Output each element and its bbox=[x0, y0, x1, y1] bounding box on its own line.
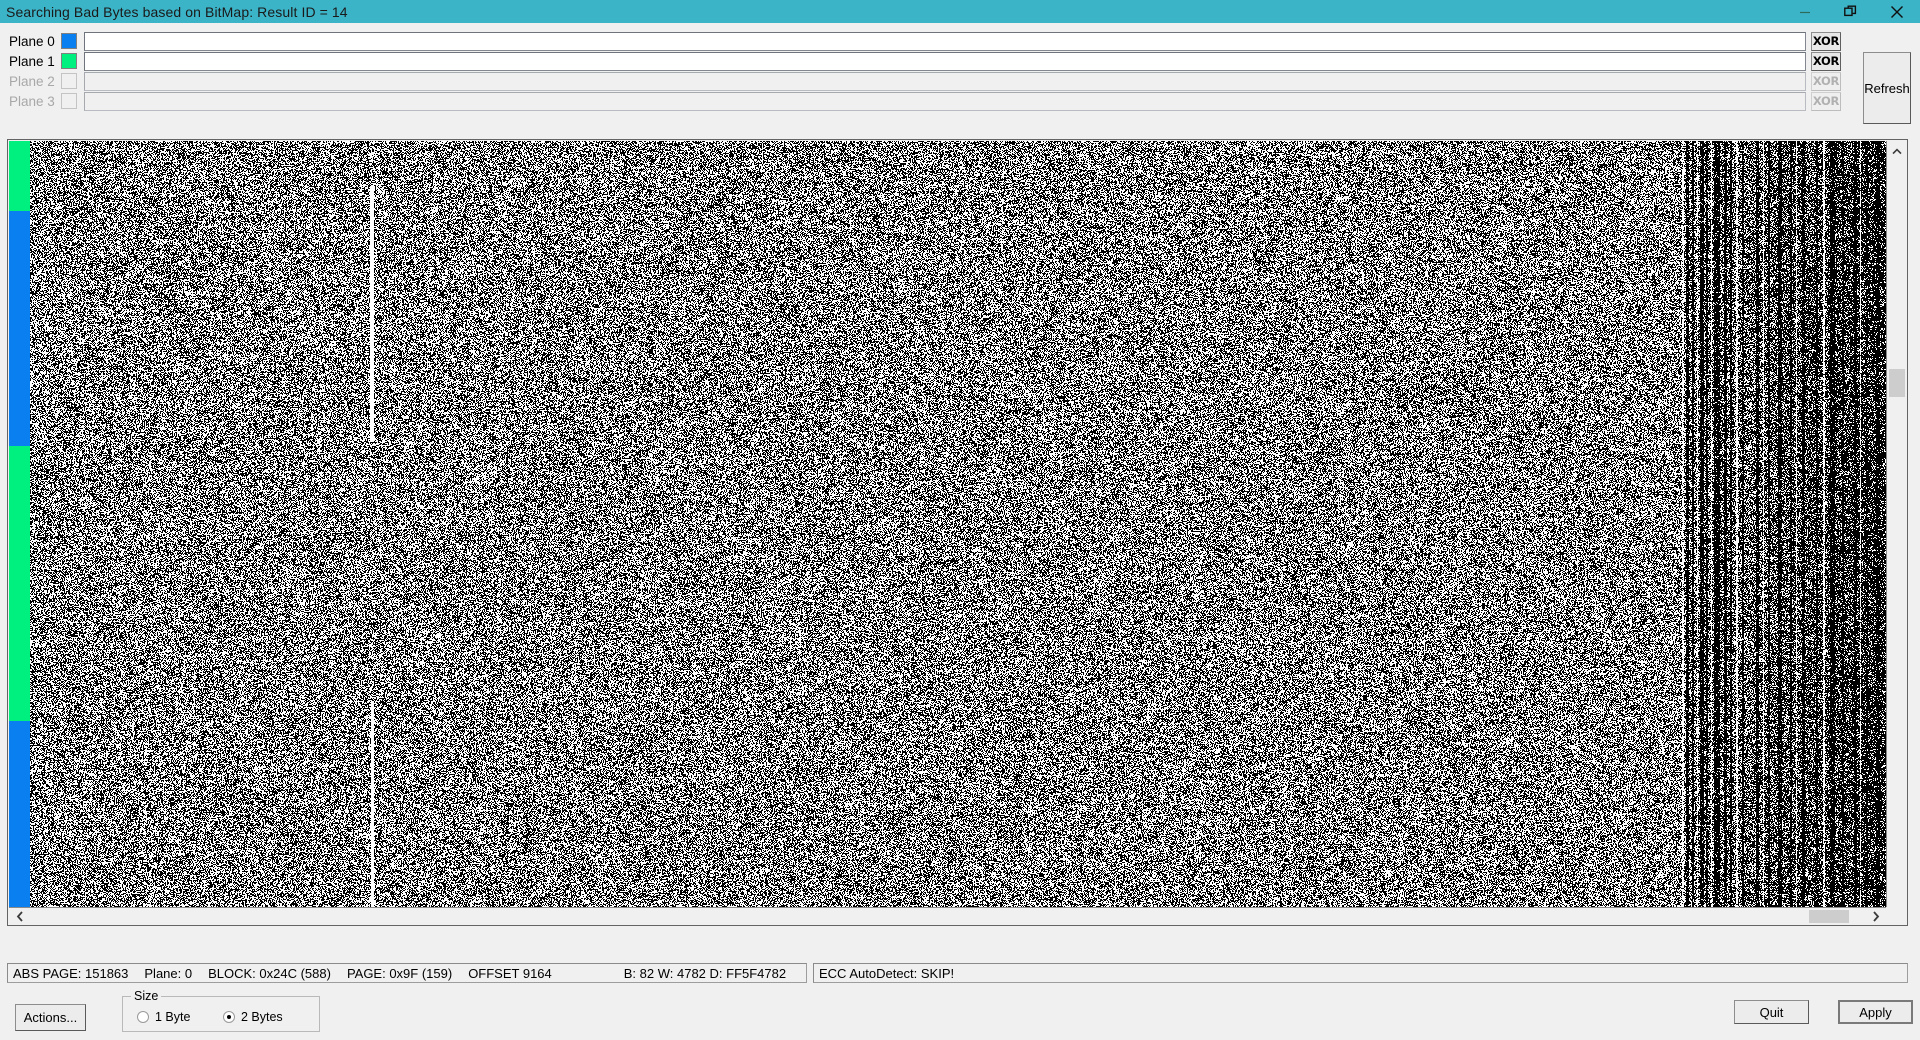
size-option-1-byte[interactable]: 1 Byte bbox=[137, 1010, 190, 1024]
plane-label: Plane 3 bbox=[9, 93, 55, 109]
vertical-scroll-thumb[interactable] bbox=[1889, 369, 1905, 397]
plane-row: Plane 0 XOR bbox=[0, 31, 1841, 51]
plane-label: Plane 0 bbox=[9, 33, 55, 49]
status-block: BLOCK: 0x24C (588) bbox=[208, 965, 331, 981]
bitmap-viewer[interactable] bbox=[7, 139, 1908, 926]
size-option-1-byte-label: 1 Byte bbox=[155, 1010, 191, 1024]
scroll-up-button[interactable] bbox=[1887, 141, 1907, 161]
quit-label: Quit bbox=[1759, 1004, 1784, 1020]
horizontal-scroll-thumb[interactable] bbox=[1809, 910, 1849, 923]
plane-band bbox=[9, 211, 30, 446]
plane-xor-button: XOR bbox=[1811, 91, 1841, 111]
window-title: Searching Bad Bytes based on BitMap: Res… bbox=[6, 3, 348, 20]
plane-pattern-input bbox=[84, 91, 1806, 111]
restore-icon bbox=[1844, 5, 1857, 16]
size-option-2-bytes[interactable]: 2 Bytes bbox=[223, 1010, 283, 1024]
vertical-scrollbar[interactable] bbox=[1886, 141, 1907, 909]
application-window: Searching Bad Bytes based on BitMap: Res… bbox=[0, 0, 1920, 1040]
plane-pattern-input bbox=[84, 71, 1806, 91]
title-bar: Searching Bad Bytes based on BitMap: Res… bbox=[0, 0, 1920, 23]
actions-button[interactable]: Actions... bbox=[15, 1004, 86, 1031]
bitmap-noise-area[interactable] bbox=[30, 141, 1887, 909]
minimize-icon bbox=[1800, 11, 1810, 13]
quit-button[interactable]: Quit bbox=[1734, 1000, 1809, 1024]
plane-row: Plane 2 XOR bbox=[0, 71, 1841, 91]
status-plane: Plane: 0 bbox=[144, 965, 193, 981]
status-bar: ABS PAGE: 151863 Plane: 0 BLOCK: 0x24C (… bbox=[7, 963, 1908, 983]
plane-pattern-input[interactable] bbox=[84, 51, 1806, 71]
size-group-legend: Size bbox=[131, 989, 162, 1003]
plane-xor-button: XOR bbox=[1811, 71, 1841, 91]
scrollbar-corner bbox=[1886, 907, 1906, 924]
plane-xor-button[interactable]: XOR bbox=[1811, 51, 1841, 71]
plane-xor-button[interactable]: XOR bbox=[1811, 31, 1841, 51]
plane-band bbox=[9, 446, 30, 721]
minimize-button[interactable] bbox=[1782, 0, 1828, 23]
chevron-right-icon bbox=[1873, 910, 1880, 922]
plane-color-swatch bbox=[61, 73, 77, 89]
plane-band bbox=[9, 721, 30, 909]
plane-row: Plane 1 XOR bbox=[0, 51, 1841, 71]
refresh-label: Refresh bbox=[1864, 80, 1910, 96]
size-group-box: Size 1 Byte 2 Bytes bbox=[122, 989, 320, 1032]
scroll-left-button[interactable] bbox=[11, 908, 29, 924]
plane-color-swatch bbox=[61, 93, 77, 109]
bitmap-canvas[interactable] bbox=[30, 141, 1887, 909]
refresh-button[interactable]: Refresh bbox=[1863, 52, 1911, 124]
radio-2-bytes[interactable] bbox=[223, 1011, 235, 1023]
apply-button[interactable]: Apply bbox=[1838, 1000, 1913, 1024]
apply-label: Apply bbox=[1859, 1004, 1892, 1020]
plane-row: Plane 3 XOR bbox=[0, 91, 1841, 111]
plane-label: Plane 1 bbox=[9, 53, 55, 69]
plane-indicator-strip bbox=[9, 141, 30, 909]
plane-color-swatch[interactable] bbox=[61, 53, 77, 69]
scroll-right-button[interactable] bbox=[1867, 908, 1885, 924]
actions-label: Actions... bbox=[23, 1010, 78, 1025]
chevron-up-icon bbox=[1892, 147, 1902, 154]
plane-color-swatch[interactable] bbox=[61, 33, 77, 49]
close-icon bbox=[1891, 5, 1903, 18]
plane-configuration-panel: Plane 0 XOR Plane 1 XOR Plane 2 XOR Plane 3 XOR… bbox=[0, 23, 1920, 158]
status-abs-page: ABS PAGE: 151863 bbox=[13, 965, 129, 981]
status-offset: OFFSET 9164 bbox=[468, 965, 552, 981]
restore-button[interactable] bbox=[1828, 0, 1874, 23]
window-controls bbox=[1782, 0, 1920, 23]
status-position-cell: ABS PAGE: 151863 Plane: 0 BLOCK: 0x24C (… bbox=[7, 963, 807, 983]
horizontal-scrollbar[interactable] bbox=[9, 907, 1887, 924]
plane-pattern-input[interactable] bbox=[84, 31, 1806, 51]
status-page: PAGE: 0x9F (159) bbox=[346, 965, 453, 981]
chevron-left-icon bbox=[16, 910, 23, 922]
close-button[interactable] bbox=[1874, 0, 1920, 23]
status-ecc: ECC AutoDetect: SKIP! bbox=[819, 965, 955, 981]
radio-1-byte[interactable] bbox=[137, 1011, 149, 1023]
status-byte-word-data: B: 82 W: 4782 D: FF5F4782 bbox=[623, 965, 787, 981]
plane-band bbox=[9, 141, 30, 211]
plane-label: Plane 2 bbox=[9, 73, 55, 89]
size-option-2-bytes-label: 2 Bytes bbox=[241, 1010, 283, 1024]
status-ecc-cell: ECC AutoDetect: SKIP! bbox=[813, 963, 1908, 983]
